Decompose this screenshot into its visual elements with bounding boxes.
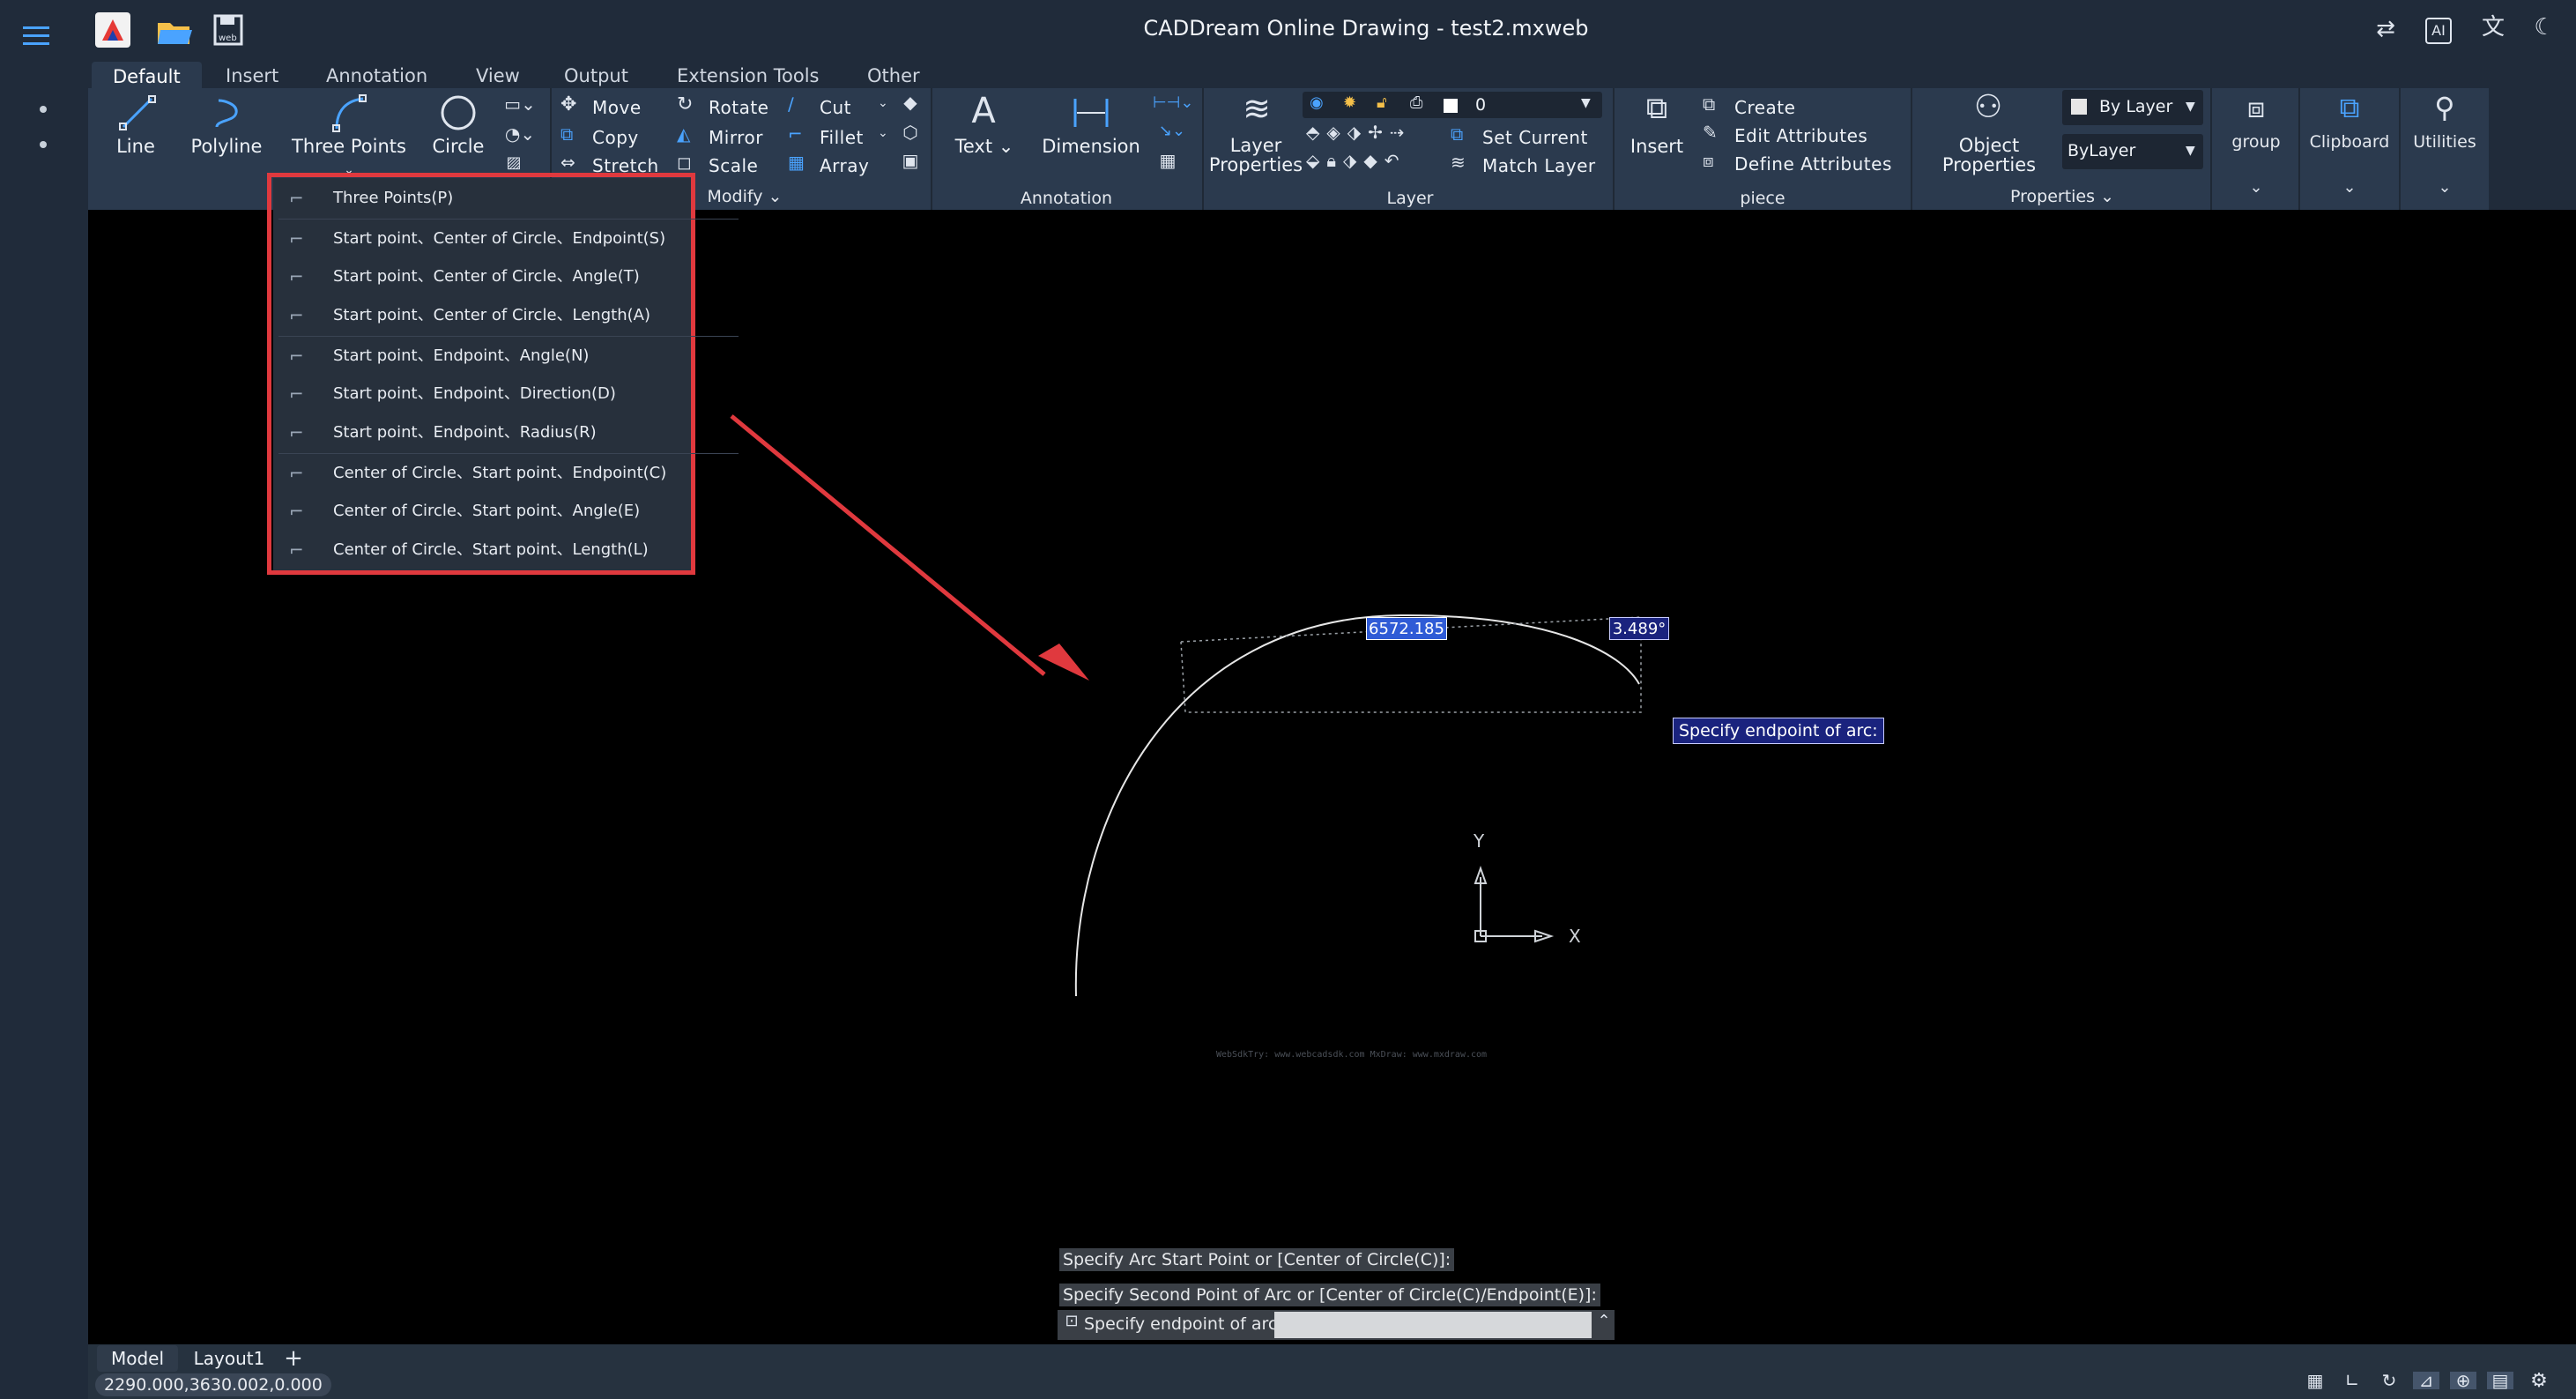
layout-tab-model[interactable]: Model	[97, 1345, 178, 1372]
settings-gear-icon[interactable]: ⚙	[2526, 1372, 2552, 1391]
otrack-icon[interactable]: ⊕	[2450, 1372, 2476, 1389]
terminal-icon: ⊡	[1065, 1312, 1079, 1330]
annotation-arrow-line	[730, 414, 1046, 676]
ortho-icon[interactable]: ∟	[2339, 1372, 2365, 1389]
drawing-overlay	[730, 414, 1642, 997]
command-history-2: Specify Second Point of Arc or [Center o…	[1059, 1284, 1600, 1306]
osnap-icon[interactable]: ⊿	[2413, 1372, 2439, 1389]
add-layout-button[interactable]: +	[280, 1347, 307, 1370]
lineweight-icon[interactable]: ▤	[2487, 1372, 2513, 1389]
annotation-arrow-head	[1038, 644, 1089, 681]
command-prompt-label: Specify endpoint of arc:	[1084, 1314, 1283, 1334]
ucs-x-label: X	[1569, 926, 1581, 947]
ucs-y-label: Y	[1474, 830, 1485, 852]
polar-icon[interactable]: ↻	[2376, 1372, 2402, 1389]
cursor-tooltip: Specify endpoint of arc:	[1673, 718, 1884, 744]
grid-icon[interactable]: ▦	[2302, 1372, 2328, 1389]
chevron-up-icon[interactable]: ⌃	[1595, 1313, 1613, 1329]
command-history-1: Specify Arc Start Point or [Center of Ci…	[1059, 1248, 1455, 1271]
layout-tab-layout1[interactable]: Layout1	[185, 1345, 273, 1372]
angle-input[interactable]: 3.489°	[1609, 617, 1669, 640]
command-input[interactable]	[1274, 1312, 1592, 1338]
watermark-text: WebSdkTry: www.webcadsdk.com MxDraw: www…	[1216, 1050, 1488, 1060]
length-input[interactable]: 6572.185	[1366, 617, 1447, 640]
coordinates-readout: 2290.000,3630.002,0.000	[95, 1373, 331, 1396]
arc-curve	[1074, 614, 1640, 997]
